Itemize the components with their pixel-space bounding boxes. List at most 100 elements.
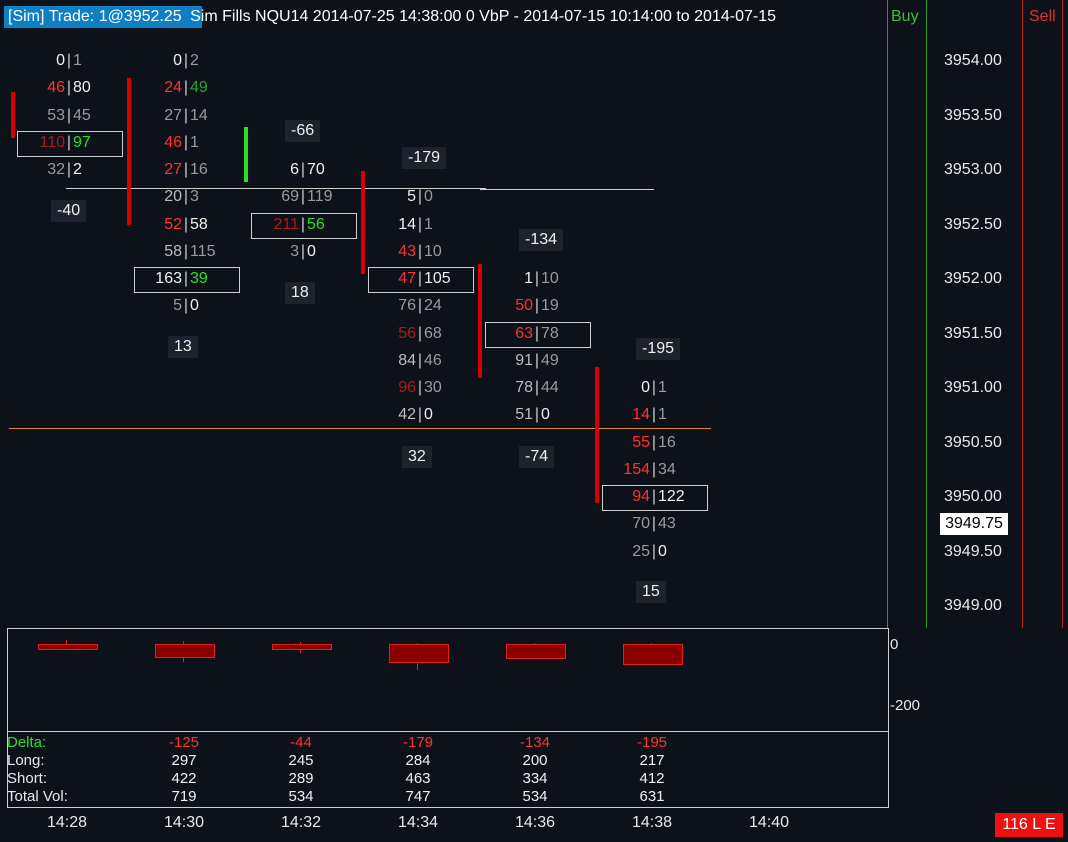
footprint-cell[interactable]: 58 | 115 — [144, 242, 224, 262]
ask-volume: 14 — [190, 107, 208, 124]
cell-separator: | — [417, 270, 423, 287]
footprint-cell[interactable]: 1 | 10 — [495, 269, 575, 289]
cell-separator: | — [66, 79, 72, 96]
footprint-cell[interactable]: 5 | 0 — [378, 187, 458, 207]
footprint-cell[interactable]: 46 | 1 — [144, 133, 224, 153]
bid-volume: 69 — [281, 188, 299, 205]
bid-volume: 76 — [398, 297, 416, 314]
footprint-cell[interactable]: 63 | 78 — [495, 324, 575, 344]
footprint-cell[interactable]: 3 | 0 — [261, 242, 341, 262]
cell-separator: | — [300, 188, 306, 205]
column-delta-top-6: -195 — [636, 338, 681, 360]
stat-long-value: 284 — [405, 752, 431, 769]
price-label: 3953.00 — [944, 161, 1002, 178]
footprint-bar-6 — [595, 367, 599, 503]
footprint-cell[interactable]: 14 | 1 — [612, 405, 692, 425]
bid-volume: 42 — [398, 406, 416, 423]
footprint-cell[interactable]: 27 | 14 — [144, 106, 224, 126]
footprint-cell[interactable]: 6 | 70 — [261, 160, 341, 180]
column-delta-top-4: -179 — [402, 147, 447, 169]
bid-volume: 63 — [515, 325, 533, 342]
footprint-cell[interactable]: 5 | 0 — [144, 296, 224, 316]
ask-volume: 19 — [541, 297, 559, 314]
cell-separator: | — [66, 52, 72, 69]
ask-volume: 1 — [658, 379, 667, 396]
stat-delta-value: -44 — [290, 734, 312, 751]
footprint-cell[interactable]: 27 | 16 — [144, 160, 224, 180]
ask-volume: 49 — [190, 79, 208, 96]
footprint-cell[interactable]: 47 | 105 — [378, 269, 458, 289]
ask-volume: 1 — [658, 406, 667, 423]
footprint-cell[interactable]: 0 | 2 — [144, 51, 224, 71]
bid-volume: 46 — [164, 134, 182, 151]
footprint-cell[interactable]: 211 | 56 — [261, 215, 341, 235]
footprint-cell[interactable]: 110 | 97 — [27, 133, 107, 153]
stat-long-value: 297 — [171, 752, 197, 769]
bid-volume: 24 — [164, 79, 182, 96]
cell-separator: | — [183, 161, 189, 178]
current-price-marker: 3949.75 — [940, 513, 1008, 535]
ask-volume: 45 — [73, 107, 91, 124]
footprint-cell[interactable]: 0 | 1 — [27, 51, 107, 71]
footprint-cell[interactable]: 69 | 119 — [261, 187, 341, 207]
buy-column-label: Buy — [891, 8, 919, 25]
footprint-cell[interactable]: 94 | 122 — [612, 487, 692, 507]
footprint-cell[interactable]: 70 | 43 — [612, 514, 692, 534]
time-label: 14:40 — [748, 814, 790, 831]
bid-volume: 91 — [515, 352, 533, 369]
ask-volume: 49 — [541, 352, 559, 369]
stat-total-value: 719 — [171, 788, 197, 805]
cell-separator: | — [651, 434, 657, 451]
footprint-cell[interactable]: 32 | 2 — [27, 160, 107, 180]
cell-separator: | — [183, 216, 189, 233]
bid-volume: 52 — [164, 216, 182, 233]
sell-column-label: Sell — [1029, 8, 1056, 25]
cell-separator: | — [300, 216, 306, 233]
ask-volume: 0 — [190, 297, 199, 314]
footprint-cell[interactable]: 51 | 0 — [495, 405, 575, 425]
footprint-cell[interactable]: 25 | 0 — [612, 542, 692, 562]
footprint-cell[interactable]: 50 | 19 — [495, 296, 575, 316]
footprint-cell[interactable]: 56 | 68 — [378, 324, 458, 344]
bid-volume: 6 — [290, 161, 299, 178]
cell-separator: | — [651, 543, 657, 560]
footprint-cell[interactable]: 24 | 49 — [144, 78, 224, 98]
cell-separator: | — [66, 134, 72, 151]
ask-volume: 119 — [307, 188, 333, 205]
price-label: 3951.50 — [944, 325, 1002, 342]
sell-column-divider — [1022, 0, 1023, 628]
footprint-cell[interactable]: 55 | 16 — [612, 433, 692, 453]
footprint-cell[interactable]: 20 | 3 — [144, 187, 224, 207]
bid-volume: 25 — [632, 543, 650, 560]
stat-delta-value: -195 — [636, 734, 668, 751]
footprint-cell[interactable]: 91 | 49 — [495, 351, 575, 371]
stat-short-value: 412 — [639, 770, 665, 787]
footprint-cell[interactable]: 96 | 30 — [378, 378, 458, 398]
footprint-cell[interactable]: 76 | 24 — [378, 296, 458, 316]
footprint-cell[interactable]: 14 | 1 — [378, 215, 458, 235]
chart-title: Sim Fills NQU14 2014-07-25 14:38:00 0 Vb… — [190, 8, 776, 25]
stat-delta-value: -134 — [519, 734, 551, 751]
footprint-cell[interactable]: 163 | 39 — [144, 269, 224, 289]
cell-separator: | — [534, 270, 540, 287]
bid-volume: 43 — [398, 243, 416, 260]
bid-volume: 56 — [398, 325, 416, 342]
footprint-cell[interactable]: 84 | 46 — [378, 351, 458, 371]
ask-volume: 115 — [190, 243, 216, 260]
stat-short-value: 289 — [288, 770, 314, 787]
footprint-cell[interactable]: 46 | 80 — [27, 78, 107, 98]
footprint-cell[interactable]: 52 | 58 — [144, 215, 224, 235]
cell-separator: | — [417, 325, 423, 342]
footprint-cell[interactable]: 154 | 34 — [612, 460, 692, 480]
bid-volume: 96 — [398, 379, 416, 396]
footprint-cell[interactable]: 53 | 45 — [27, 106, 107, 126]
footprint-cell[interactable]: 43 | 10 — [378, 242, 458, 262]
ask-volume: 70 — [307, 161, 325, 178]
footprint-cell[interactable]: 42 | 0 — [378, 405, 458, 425]
price-label: 3953.50 — [944, 107, 1002, 124]
bid-volume: 1 — [524, 270, 533, 287]
footprint-cell[interactable]: 0 | 1 — [612, 378, 692, 398]
buy-column-divider-right — [926, 0, 927, 628]
stat-total-value: 631 — [639, 788, 665, 805]
footprint-cell[interactable]: 78 | 44 — [495, 378, 575, 398]
